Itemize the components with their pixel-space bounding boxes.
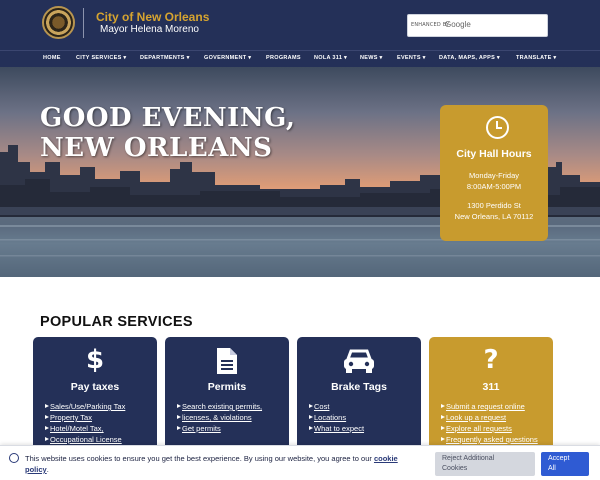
link-hotel-motel-tax[interactable]: Hotel/Motel Tax, [45, 423, 155, 434]
hours-time: 8:00AM-5:00PM [466, 182, 522, 191]
search-input[interactable]: ENHANCED BY Google [407, 14, 548, 37]
clock-icon [486, 116, 509, 139]
link-look-up-request[interactable]: Look up a request [441, 412, 551, 423]
link-explore-requests[interactable]: Explore all requests [441, 423, 551, 434]
link-submit-request[interactable]: Submit a request online [441, 401, 551, 412]
link-occupational-license[interactable]: Occupational License [45, 434, 155, 445]
popular-services-title: POPULAR SERVICES [40, 314, 193, 330]
link-property-tax[interactable]: Property Tax [45, 412, 155, 423]
service-card-title[interactable]: 311 [429, 381, 553, 393]
nav-translate[interactable]: TRANSLATE ▾ [516, 55, 556, 61]
city-hall-hours-card: City Hall Hours Monday-Friday 8:00AM-5:0… [440, 105, 548, 241]
car-icon [297, 345, 421, 375]
cookie-message-text: This website uses cookies to ensure you … [25, 454, 372, 463]
reject-cookies-button[interactable]: Reject Additional Cookies [435, 452, 535, 476]
hero-banner: GOOD EVENING, NEW ORLEANS City Hall Hour… [0, 67, 600, 277]
service-links: Submit a request online Look up a reques… [441, 401, 551, 445]
service-card-title[interactable]: Permits [165, 381, 289, 393]
search-enhanced-label: ENHANCED BY [411, 22, 450, 28]
reject-label-line-2: Cookies [442, 465, 468, 472]
link-locations[interactable]: Locations [309, 412, 419, 423]
site-header: City of New Orleans Mayor Helena Moreno … [0, 0, 600, 50]
link-licenses-violations[interactable]: licenses, & violations [177, 412, 287, 423]
link-get-permits[interactable]: Get permits [177, 423, 287, 434]
city-name[interactable]: City of New Orleans [96, 10, 209, 24]
header-divider [83, 8, 84, 38]
reject-label-line-1: Reject Additional [442, 455, 495, 462]
link-what-to-expect[interactable]: What to expect [309, 423, 419, 434]
link-faq[interactable]: Frequently asked questions [441, 434, 551, 445]
service-links: Sales/Use/Parking Tax Property Tax Hotel… [45, 401, 155, 445]
nav-news[interactable]: NEWS ▾ [360, 55, 383, 61]
hours-title: City Hall Hours [456, 148, 532, 160]
link-sales-use-parking-tax[interactable]: Sales/Use/Parking Tax [45, 401, 155, 412]
hours-address-street: 1300 Perdido St [467, 201, 521, 210]
city-seal-logo[interactable] [42, 6, 75, 39]
hours-address-city: New Orleans, LA 70112 [454, 212, 534, 221]
hero-greeting: GOOD EVENING, NEW ORLEANS [40, 103, 295, 163]
nav-data-maps-apps[interactable]: DATA, MAPS, APPS ▾ [439, 55, 500, 61]
service-links: Search existing permits, licenses, & vio… [177, 401, 287, 434]
question-icon: ? [483, 345, 499, 375]
nav-departments[interactable]: DEPARTMENTS ▾ [140, 55, 190, 61]
nav-government[interactable]: GOVERNMENT ▾ [204, 55, 251, 61]
nav-city-services[interactable]: CITY SERVICES ▾ [76, 55, 126, 61]
nav-programs[interactable]: PROGRAMS [266, 55, 301, 61]
service-links: Cost Locations What to expect [309, 401, 419, 434]
cookie-message: This website uses cookies to ensure you … [25, 454, 398, 474]
link-search-permits[interactable]: Search existing permits, [177, 401, 287, 412]
link-cost[interactable]: Cost [309, 401, 419, 412]
hero-greeting-line-1: GOOD EVENING, [40, 103, 296, 133]
cookie-icon [9, 453, 19, 463]
accept-label-line-1: Accept [548, 455, 570, 462]
accept-label-line-2: All [548, 465, 556, 472]
accept-cookies-button[interactable]: Accept All [541, 452, 589, 476]
nav-events[interactable]: EVENTS ▾ [397, 55, 426, 61]
service-card-title[interactable]: Brake Tags [297, 381, 421, 393]
hours-days: Monday-Friday [468, 171, 520, 180]
document-icon [165, 345, 289, 375]
nav-home[interactable]: HOME [43, 55, 61, 61]
service-card-title[interactable]: Pay taxes [33, 381, 157, 393]
mayor-name: Mayor Helena Moreno [100, 24, 199, 35]
nav-nola-311[interactable]: NOLA 311 ▾ [314, 55, 347, 61]
hero-greeting-line-2: NEW ORLEANS [40, 133, 273, 163]
main-nav: HOME CITY SERVICES ▾ DEPARTMENTS ▾ GOVER… [0, 50, 600, 67]
dollar-icon: $ [85, 345, 105, 375]
cookie-banner: This website uses cookies to ensure you … [0, 445, 600, 480]
search-provider-label: Google [445, 20, 471, 29]
